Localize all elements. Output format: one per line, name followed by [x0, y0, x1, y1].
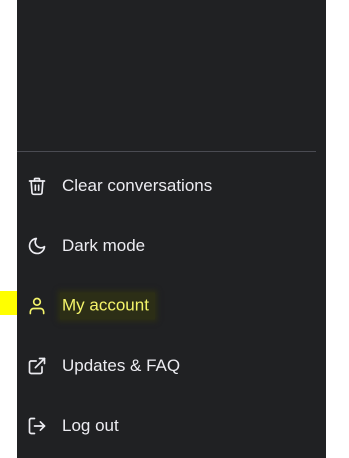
- dark-mode-label: Dark mode: [62, 236, 146, 255]
- trash-icon: [27, 176, 47, 196]
- logout-icon: [27, 416, 47, 436]
- sidebar-divider: [17, 151, 316, 152]
- dark-mode-button[interactable]: Dark mode: [17, 216, 326, 276]
- user-icon: [27, 296, 47, 316]
- updates-faq-link[interactable]: Updates & FAQ: [17, 336, 326, 396]
- my-account-button[interactable]: My account: [17, 276, 326, 336]
- clear-conversations-button[interactable]: Clear conversations: [17, 156, 326, 216]
- log-out-label: Log out: [62, 416, 119, 435]
- screenshot-stage: Clear conversations Dark mode My account…: [0, 0, 349, 458]
- sidebar: Clear conversations Dark mode My account…: [17, 0, 326, 458]
- sidebar-menu: Clear conversations Dark mode My account…: [17, 156, 326, 456]
- moon-icon: [27, 236, 47, 256]
- my-account-label: My account: [60, 292, 155, 320]
- clear-conversations-label: Clear conversations: [62, 176, 213, 195]
- updates-faq-label: Updates & FAQ: [62, 356, 181, 375]
- highlight-marker: [0, 291, 17, 315]
- external-link-icon: [27, 356, 47, 376]
- log-out-button[interactable]: Log out: [17, 396, 326, 456]
